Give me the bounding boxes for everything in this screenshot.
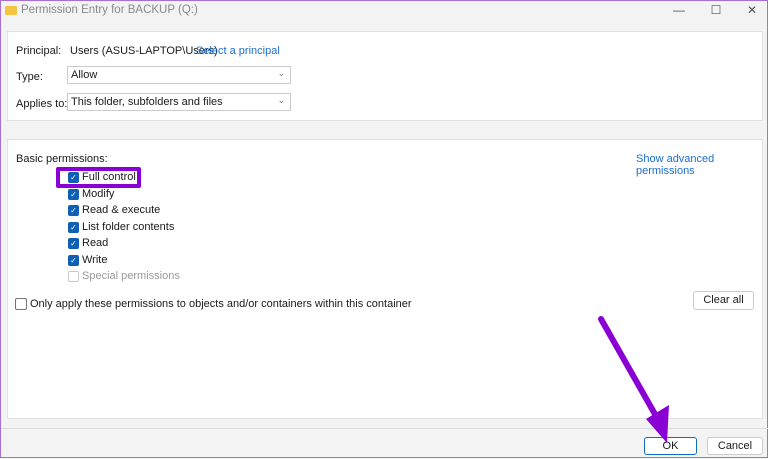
annotation-arrow — [598, 316, 669, 443]
